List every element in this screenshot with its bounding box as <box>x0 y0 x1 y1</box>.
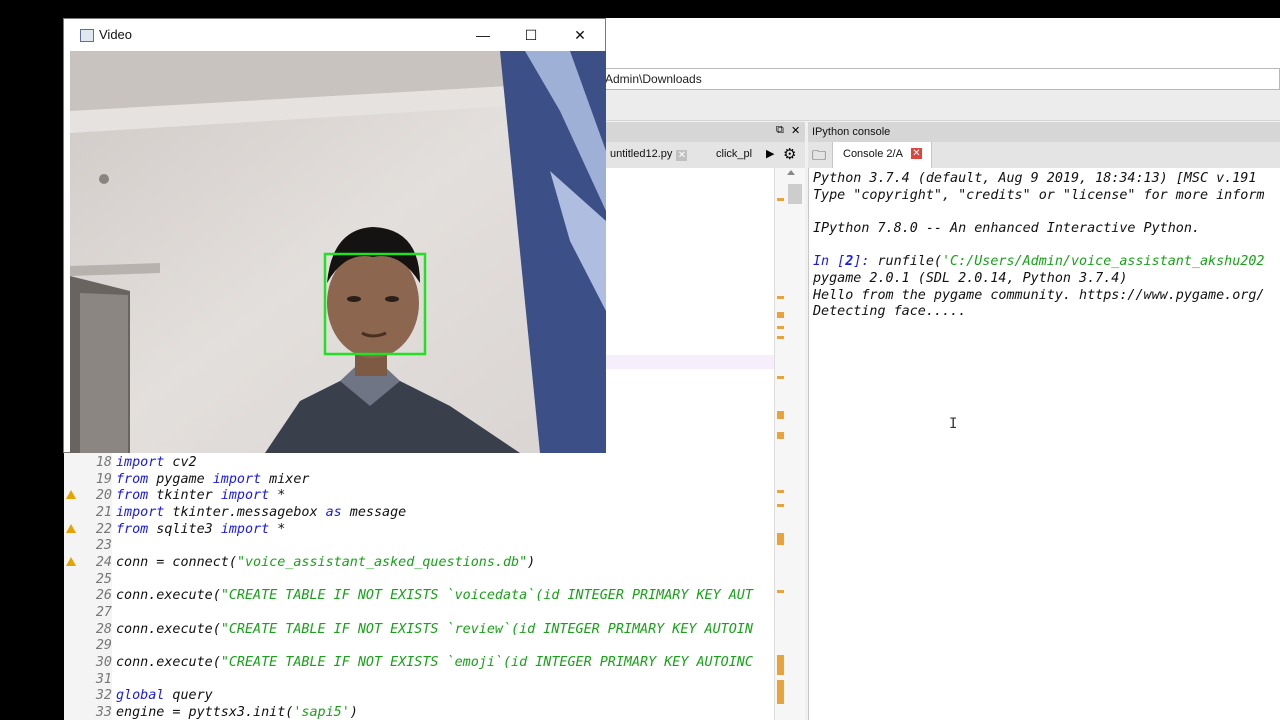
line-number: 25 <box>95 572 112 587</box>
console-output: Type "copyright", "credits" or "license"… <box>813 188 1265 203</box>
tab-label: click_pl <box>716 148 753 160</box>
line-number: 29 <box>95 638 112 653</box>
console-input-line: In [2]: runfile('C:/Users/Admin/voice_as… <box>813 254 1265 269</box>
code-line[interactable]: import cv2 <box>116 455 197 470</box>
warning-marker[interactable] <box>777 655 784 675</box>
line-number: 32 <box>95 688 112 703</box>
code-line[interactable]: import tkinter.messagebox as message <box>116 505 406 520</box>
line-number: 18 <box>95 455 112 470</box>
line-number: 24 <box>95 555 112 570</box>
text-cursor-icon: I <box>949 416 958 432</box>
console-pane-header: IPython console <box>808 122 1280 142</box>
console-tab-bar: 🗀 Console 2/A ✕ <box>808 142 1280 169</box>
warning-icon[interactable] <box>66 490 76 499</box>
warning-marker[interactable] <box>777 376 784 379</box>
window-title: Video <box>99 27 133 42</box>
line-number: 19 <box>95 472 112 487</box>
line-number: 23 <box>95 538 112 553</box>
line-number: 27 <box>95 605 112 620</box>
warning-marker[interactable] <box>777 296 784 299</box>
code-line[interactable]: conn.execute("CREATE TABLE IF NOT EXISTS… <box>116 588 753 603</box>
tab-console-2a[interactable]: Console 2/A ✕ <box>832 142 932 168</box>
tab-label: untitled12.py <box>610 148 673 160</box>
warning-marker[interactable] <box>777 198 784 201</box>
tab-close-icon[interactable]: ✕ <box>911 148 922 159</box>
scroll-up-icon[interactable] <box>787 170 795 175</box>
window-icon <box>80 29 94 42</box>
warning-marker[interactable] <box>777 432 784 439</box>
gear-icon[interactable]: ⚙ <box>783 145 796 163</box>
code-line[interactable]: conn.execute("CREATE TABLE IF NOT EXISTS… <box>116 622 753 637</box>
line-number: 33 <box>95 705 112 720</box>
warning-marker[interactable] <box>777 680 784 704</box>
minimize-button[interactable]: — <box>469 24 497 46</box>
undock-icon[interactable]: ⧉ <box>776 124 784 137</box>
console-output: IPython 7.8.0 -- An enhanced Interactive… <box>813 221 1200 236</box>
warning-marker[interactable] <box>777 326 784 329</box>
warning-marker[interactable] <box>777 312 784 318</box>
line-number: 26 <box>95 588 112 603</box>
tab-close-icon[interactable]: ✕ <box>676 150 688 161</box>
warning-marker[interactable] <box>777 411 784 419</box>
warning-icon[interactable] <box>66 557 76 566</box>
line-number: 22 <box>95 522 112 537</box>
line-number: 28 <box>95 622 112 637</box>
close-button[interactable]: ✕ <box>566 24 594 46</box>
webcam-feed <box>70 51 606 453</box>
close-pane-icon[interactable]: ✕ <box>791 124 800 137</box>
line-number: 30 <box>95 655 112 670</box>
tab-click-pl[interactable]: click_pl <box>716 148 752 160</box>
code-line[interactable]: conn.execute("CREATE TABLE IF NOT EXISTS… <box>116 655 753 670</box>
line-number: 21 <box>95 505 112 520</box>
working-directory-path[interactable]: Admin\Downloads <box>600 68 1280 90</box>
code-line[interactable]: engine = pyttsx3.init('sapi5') <box>116 705 358 720</box>
warning-marker[interactable] <box>777 504 784 507</box>
ide-top-area <box>606 18 1280 68</box>
code-line[interactable]: global query <box>116 688 213 703</box>
line-number: 31 <box>95 672 112 687</box>
tab-scroll-right-icon[interactable]: ▶ <box>766 147 774 160</box>
console-output: Hello from the pygame community. https:/… <box>813 288 1265 303</box>
maximize-button[interactable]: ☐ <box>517 24 545 46</box>
code-line[interactable]: conn = connect("voice_assistant_asked_qu… <box>116 555 535 570</box>
warning-icon[interactable] <box>66 524 76 533</box>
ipython-console[interactable]: Python 3.7.4 (default, Aug 9 2019, 18:34… <box>808 168 1280 720</box>
current-line-highlight <box>606 355 774 369</box>
tab-label: Console 2/A <box>843 148 903 160</box>
editor-scrollbar[interactable] <box>774 168 805 720</box>
console-output: pygame 2.0.1 (SDL 2.0.14, Python 3.7.4) <box>813 271 1128 286</box>
code-line[interactable]: from pygame import mixer <box>116 472 310 487</box>
warning-marker[interactable] <box>777 590 784 593</box>
editor-tab-bar: untitled12.py ✕ click_pl ▶ ⚙ <box>600 142 805 169</box>
tab-untitled12[interactable]: untitled12.py ✕ <box>610 148 688 161</box>
scrollbar-thumb[interactable] <box>788 184 802 204</box>
warning-marker[interactable] <box>777 336 784 339</box>
editor-pane-header: ⧉ ✕ <box>600 122 805 142</box>
code-line[interactable]: from sqlite3 import * <box>116 522 285 537</box>
warning-marker[interactable] <box>777 533 784 545</box>
folder-icon[interactable]: 🗀 <box>812 145 826 169</box>
console-output: Python 3.7.4 (default, Aug 9 2019, 18:34… <box>813 171 1257 186</box>
warning-marker[interactable] <box>777 490 784 493</box>
line-number: 20 <box>95 488 112 503</box>
webcam-image <box>70 51 606 453</box>
console-output: Detecting face..... <box>813 304 967 319</box>
code-line[interactable]: from tkinter import * <box>116 488 285 503</box>
